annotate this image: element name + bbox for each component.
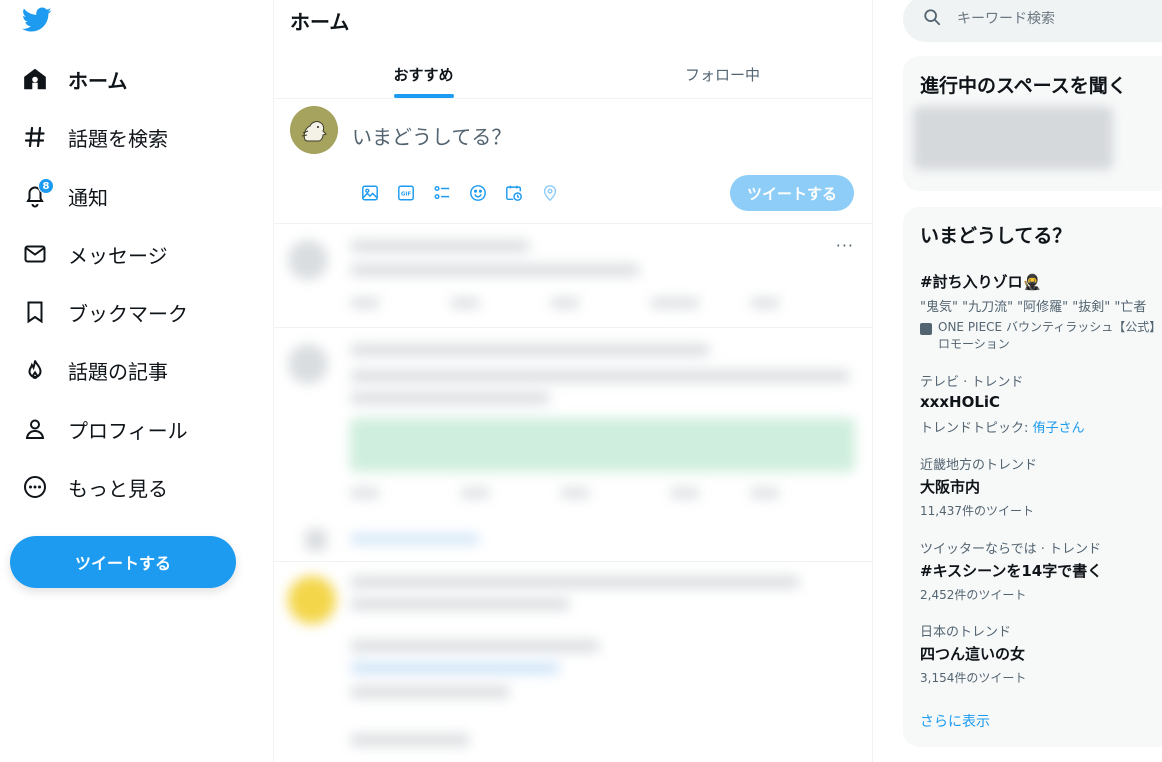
trend-topic: トレンドトピック: 侑子さん (920, 417, 1162, 436)
search-icon (923, 8, 941, 30)
more-circle-icon (20, 472, 50, 502)
trend-item[interactable]: 近畿地方のトレンド 大阪市内 11,437件のツイート (920, 454, 1162, 519)
search-input[interactable] (957, 11, 1137, 27)
active-tab-indicator (393, 94, 454, 98)
nav-item-explore[interactable]: 話題を検索 (20, 117, 168, 157)
composer-input[interactable]: いまどうしてる？ (352, 121, 511, 150)
nav-label: 通知 (68, 185, 108, 210)
trends-panel: いまどうしてる？ #討ち入りゾロ🥷 "鬼気" "九刀流" "阿修羅" "抜剣" … (903, 207, 1162, 747)
poll-icon[interactable] (424, 181, 460, 205)
hashtag-icon (20, 122, 50, 152)
composer-tweet-button[interactable]: ツイートする (730, 175, 854, 211)
trend-context: 日本のトレンド (920, 625, 1012, 640)
flame-icon (20, 355, 50, 385)
trend-name: #キスシーンを14字で書く (920, 562, 1103, 580)
tweet-card[interactable] (274, 328, 872, 562)
tweet-card[interactable] (274, 562, 872, 762)
svg-text:GIF: GIF (401, 192, 411, 198)
topic-prefix: トレンドトピック: (920, 421, 1033, 436)
left-sidebar: ホーム 話題を検索 8 通知 メッセージ ブックマーク 話題の記事 プロフィール… (0, 0, 273, 762)
nav-label: プロフィール (68, 418, 188, 443)
tweet-button[interactable]: ツイートする (10, 536, 236, 588)
nav-item-profile[interactable]: プロフィール (20, 409, 188, 449)
trend-name: #討ち入りゾロ🥷 (920, 273, 1042, 291)
bell-icon: 8 (20, 178, 54, 211)
trend-count: 2,452件のツイート (920, 588, 1027, 602)
nav-item-bookmarks[interactable]: ブックマーク (20, 292, 188, 332)
gif-icon[interactable]: GIF (388, 181, 424, 205)
nav-item-messages[interactable]: メッセージ (20, 234, 168, 274)
trend-context: 近畿地方のトレンド (920, 458, 1038, 473)
tweet-card[interactable]: ··· (274, 224, 872, 328)
trends-title: いまどうしてる？ (920, 225, 1072, 247)
schedule-icon[interactable] (496, 181, 532, 205)
trend-name: xxxHOLiC (920, 393, 1001, 411)
image-icon[interactable] (352, 181, 388, 205)
page-title: ホーム (290, 10, 350, 34)
trend-item[interactable]: テレビ · トレンド xxxHOLiC トレンドトピック: 侑子さん (920, 371, 1162, 436)
bookmark-icon (20, 297, 50, 327)
trend-context: ツイッターならでは · トレンド (920, 542, 1102, 557)
composer-toolbar: GIF (352, 181, 568, 205)
timeline-tabs: おすすめ フォロー中 (274, 50, 872, 99)
nav-label: 話題を検索 (68, 126, 168, 151)
tab-following[interactable]: フォロー中 (573, 50, 872, 98)
trend-promoted[interactable]: #討ち入りゾロ🥷 "鬼気" "九刀流" "阿修羅" "抜剣" "亡者 ONE P… (920, 268, 1162, 353)
tab-label: フォロー中 (684, 65, 760, 84)
spaces-title: 進行中のスペースを聞く (920, 75, 1127, 97)
tweet-composer: いまどうしてる？ GIF ツイートする (274, 99, 872, 224)
home-icon (20, 64, 50, 94)
nav-item-trending-articles[interactable]: 話題の記事 (20, 350, 168, 390)
trend-name: 大阪市内 (920, 478, 981, 496)
twitter-bird-icon[interactable] (22, 7, 52, 33)
show-more-link[interactable]: さらに表示 (920, 711, 990, 731)
nav-label: ホーム (68, 68, 128, 93)
trend-item[interactable]: ツイッターならでは · トレンド #キスシーンを14字で書く 2,452件のツイ… (920, 538, 1162, 603)
trend-item[interactable]: 日本のトレンド 四つん這いの女 3,154件のツイート (920, 621, 1162, 686)
spaces-panel: 進行中のスペースを聞く (903, 56, 1162, 191)
nav-label: 話題の記事 (68, 359, 168, 384)
person-icon (20, 414, 50, 444)
avatar[interactable] (290, 106, 338, 154)
timeline-feed: ··· (274, 224, 872, 762)
spaces-blurred-content[interactable] (913, 106, 1113, 170)
envelope-icon (20, 239, 50, 269)
nav-label: もっと見る (68, 476, 168, 501)
more-options-icon[interactable]: ··· (836, 236, 854, 255)
main-timeline: ホーム おすすめ フォロー中 いまどうしてる？ GIF ツイートする ··· (273, 0, 873, 762)
search-box[interactable] (903, 0, 1162, 42)
tab-label: おすすめ (393, 65, 454, 84)
trend-count: 11,437件のツイート (920, 504, 1034, 518)
trend-context: テレビ · トレンド (920, 375, 1024, 390)
promoter-name: ONE PIECE バウンティラッシュ【公式】 (938, 320, 1162, 334)
nav-label: メッセージ (68, 243, 168, 268)
nav-item-more[interactable]: もっと見る (20, 467, 168, 507)
location-icon[interactable] (532, 181, 568, 205)
trend-description: "鬼気" "九刀流" "阿修羅" "抜剣" "亡者 (920, 300, 1147, 315)
trend-name: 四つん這いの女 (920, 645, 1026, 663)
promoted-by: ONE PIECE バウンティラッシュ【公式】 ロモーション (920, 319, 1162, 353)
promoted-icon (920, 323, 932, 335)
right-sidebar: 進行中のスペースを聞く いまどうしてる？ #討ち入りゾロ🥷 "鬼気" "九刀流"… (873, 0, 1162, 762)
topic-link[interactable]: 侑子さん (1033, 421, 1085, 436)
emoji-icon[interactable] (460, 181, 496, 205)
notification-badge: 8 (38, 178, 54, 194)
promoted-label: ロモーション (938, 337, 1010, 351)
nav-item-home[interactable]: ホーム (20, 59, 127, 99)
nav-item-notifications[interactable]: 8 通知 (20, 176, 108, 216)
trend-count: 3,154件のツイート (920, 671, 1027, 685)
tab-recommended[interactable]: おすすめ (274, 50, 573, 98)
nav-label: ブックマーク (68, 301, 188, 326)
